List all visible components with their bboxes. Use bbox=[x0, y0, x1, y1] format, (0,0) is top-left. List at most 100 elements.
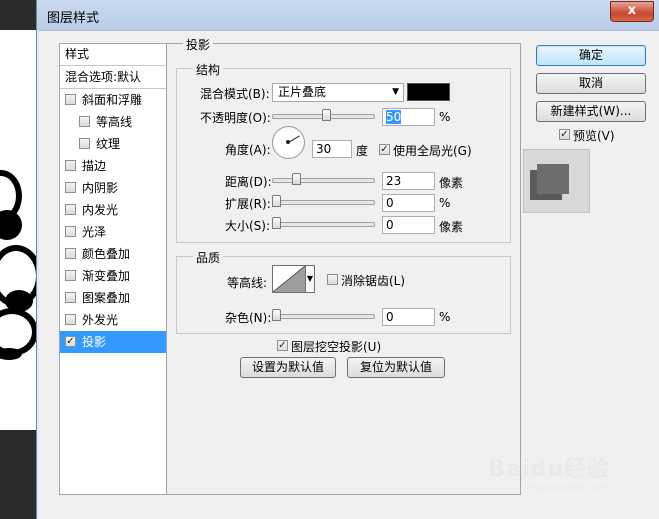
style-item[interactable]: 渐变叠加 bbox=[60, 265, 169, 287]
structure-group: 结构 混合模式(B): 正片叠底 ▼ 不透明度(O): 50 % 角度(A): bbox=[176, 61, 511, 243]
blend-options-item[interactable]: 混合选项:默认 bbox=[60, 66, 169, 89]
structure-title: 结构 bbox=[193, 61, 224, 78]
style-item-label: 外发光 bbox=[82, 313, 119, 327]
style-item[interactable]: 等高线 bbox=[60, 111, 169, 133]
knockout-label[interactable]: 图层挖空投影(U) bbox=[291, 338, 381, 355]
style-item-label: 内发光 bbox=[82, 203, 119, 217]
opacity-value: 50 bbox=[386, 110, 402, 124]
contour-dropdown[interactable]: ▼ bbox=[305, 265, 315, 293]
style-item-checkbox[interactable] bbox=[65, 226, 76, 237]
style-item[interactable]: 内发光 bbox=[60, 199, 169, 221]
style-item-checkbox[interactable] bbox=[65, 94, 76, 105]
slider-track bbox=[272, 178, 375, 183]
close-button[interactable]: x bbox=[610, 1, 654, 22]
canvas-background bbox=[0, 30, 40, 430]
angle-value: 30 bbox=[316, 142, 332, 156]
angle-input[interactable]: 30 bbox=[312, 140, 352, 158]
preview-square bbox=[537, 164, 569, 194]
style-item[interactable]: 外发光 bbox=[60, 309, 169, 331]
style-item-label: 斜面和浮雕 bbox=[82, 93, 143, 107]
style-item-label: 光泽 bbox=[82, 225, 107, 239]
knockout-checkbox[interactable]: ✓ bbox=[277, 340, 288, 351]
style-item-checkbox[interactable] bbox=[65, 248, 76, 259]
style-item[interactable]: 斜面和浮雕 bbox=[60, 89, 169, 111]
style-item-checkbox[interactable] bbox=[79, 138, 90, 149]
slider-thumb[interactable] bbox=[322, 109, 331, 121]
style-item-checkbox[interactable] bbox=[79, 116, 90, 127]
distance-value: 23 bbox=[386, 174, 402, 188]
watermark-brand: Baidu经验 bbox=[488, 457, 610, 482]
dialog-client: 样式 混合选项:默认 斜面和浮雕等高线纹理描边内阴影内发光光泽颜色叠加渐变叠加图… bbox=[39, 30, 659, 519]
style-item-checkbox[interactable] bbox=[65, 292, 76, 303]
anti-alias-label[interactable]: 消除锯齿(L) bbox=[341, 272, 405, 289]
style-item-label: 渐变叠加 bbox=[82, 269, 131, 283]
contour-curve-icon bbox=[273, 266, 305, 292]
opacity-label: 不透明度(O): bbox=[200, 111, 271, 125]
slider-track bbox=[272, 314, 375, 319]
style-item[interactable]: 光泽 bbox=[60, 221, 169, 243]
angle-dial[interactable] bbox=[272, 126, 305, 159]
anti-alias-checkbox[interactable] bbox=[327, 274, 338, 285]
preview-label[interactable]: 预览(V) bbox=[573, 127, 615, 144]
style-item-checkbox[interactable] bbox=[65, 160, 76, 171]
style-item[interactable]: ✓ 投影 bbox=[60, 331, 169, 353]
style-item-checkbox[interactable] bbox=[65, 314, 76, 325]
distance-unit: 像素 bbox=[439, 176, 464, 190]
noise-input[interactable]: 0 bbox=[382, 308, 435, 326]
size-unit: 像素 bbox=[439, 220, 464, 234]
contour-picker[interactable] bbox=[272, 265, 306, 293]
drop-shadow-panel: 投影 结构 混合模式(B): 正片叠底 ▼ 不透明度(O): 50 % 角度(A… bbox=[166, 36, 521, 495]
slider-thumb[interactable] bbox=[272, 217, 281, 229]
slider-thumb[interactable] bbox=[272, 195, 281, 207]
angle-center bbox=[286, 140, 290, 144]
slider-thumb[interactable] bbox=[292, 173, 301, 185]
cancel-button[interactable]: 取消 bbox=[536, 73, 646, 94]
canvas-shape bbox=[0, 210, 22, 240]
size-value: 0 bbox=[386, 218, 394, 232]
style-item-label: 纹理 bbox=[96, 137, 121, 151]
style-item[interactable]: 颜色叠加 bbox=[60, 243, 169, 265]
shadow-color-swatch[interactable] bbox=[407, 83, 450, 101]
style-item[interactable]: 图案叠加 bbox=[60, 287, 169, 309]
style-item[interactable]: 内阴影 bbox=[60, 177, 169, 199]
size-input[interactable]: 0 bbox=[382, 216, 435, 234]
watermark: Baidu经验 jingyan.baidu.com bbox=[488, 451, 610, 493]
distance-label: 距离(D): bbox=[225, 175, 272, 189]
slider-track bbox=[272, 200, 375, 205]
reset-default-button[interactable]: 复位为默认值 bbox=[347, 357, 445, 378]
ok-button[interactable]: 确定 bbox=[536, 45, 646, 66]
spread-label: 扩展(R): bbox=[225, 197, 271, 211]
style-item-checkbox[interactable] bbox=[65, 270, 76, 281]
contour-label: 等高线: bbox=[227, 276, 268, 290]
spread-input[interactable]: 0 bbox=[382, 194, 435, 212]
style-list-header[interactable]: 样式 bbox=[60, 44, 169, 66]
style-item-checkbox[interactable] bbox=[65, 182, 76, 193]
opacity-input[interactable]: 50 bbox=[382, 108, 435, 126]
global-light-label[interactable]: 使用全局光(G) bbox=[393, 142, 472, 159]
noise-slider[interactable] bbox=[272, 309, 375, 323]
style-item[interactable]: 描边 bbox=[60, 155, 169, 177]
new-style-button[interactable]: 新建样式(W)... bbox=[536, 101, 646, 122]
global-light-checkbox[interactable]: ✓ bbox=[379, 144, 390, 155]
style-item[interactable]: 纹理 bbox=[60, 133, 169, 155]
size-slider[interactable] bbox=[272, 217, 375, 231]
noise-unit: % bbox=[439, 310, 451, 324]
chevron-down-icon: ▼ bbox=[306, 274, 314, 283]
spread-slider[interactable] bbox=[272, 195, 375, 209]
make-default-button[interactable]: 设置为默认值 bbox=[240, 357, 336, 378]
canvas-shape bbox=[0, 348, 22, 360]
opacity-slider[interactable] bbox=[272, 109, 375, 123]
blend-mode-select[interactable]: 正片叠底 ▼ bbox=[272, 83, 404, 102]
slider-thumb[interactable] bbox=[272, 309, 281, 321]
angle-unit: 度 bbox=[356, 144, 369, 158]
opacity-unit: % bbox=[439, 110, 451, 124]
title-bar[interactable]: 图层样式 x bbox=[37, 0, 659, 30]
style-item-label: 内阴影 bbox=[82, 181, 119, 195]
style-item-checkbox[interactable]: ✓ bbox=[65, 336, 76, 347]
distance-slider[interactable] bbox=[272, 173, 375, 187]
style-item-checkbox[interactable] bbox=[65, 204, 76, 215]
distance-input[interactable]: 23 bbox=[382, 172, 435, 190]
spread-unit: % bbox=[439, 196, 451, 210]
layer-style-dialog: 图层样式 x 样式 混合选项:默认 斜面和浮雕等高线纹理描边内阴影内发光光泽颜色… bbox=[36, 0, 659, 519]
preview-checkbox[interactable]: ✓ bbox=[559, 129, 570, 140]
